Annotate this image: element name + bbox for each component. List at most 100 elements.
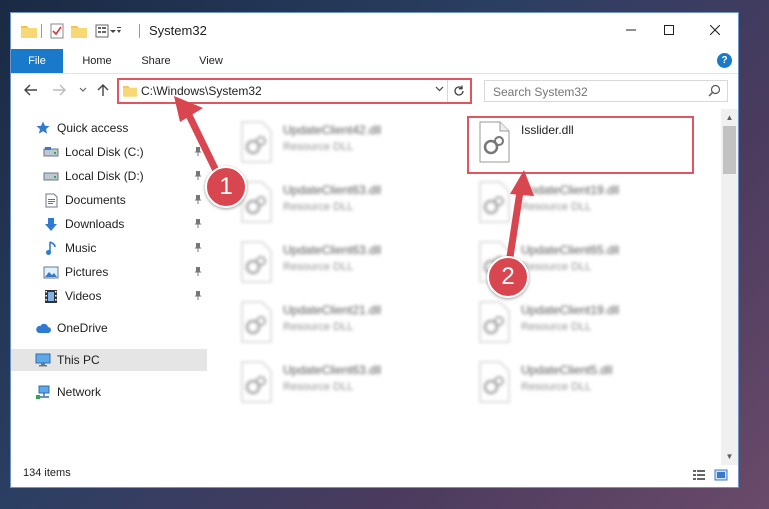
file-item[interactable]: UpdateClient63.dll Resource DLL [239,357,459,409]
sidebar-item-label: Videos [65,289,102,303]
tab-file[interactable]: File [11,49,63,73]
maximize-button[interactable] [649,19,689,41]
recent-locations-chevron-icon[interactable] [73,81,93,99]
dll-file-icon [241,121,272,163]
file-type: Resource DLL [283,201,354,213]
file-type: Resource DLL [283,381,354,393]
file-item[interactable]: UpdateClient5.dll Resource DLL [477,357,697,409]
videos-icon [43,288,59,304]
sidebar-item-downloads[interactable]: Downloads [11,213,207,235]
pin-icon[interactable] [193,217,203,231]
sidebar-item-documents[interactable]: Documents [11,189,207,211]
status-bar: 134 items [11,465,738,487]
pin-icon[interactable] [193,289,203,303]
large-icons-view-icon[interactable] [713,468,729,482]
file-item[interactable]: UpdateClient63.dll Resource DLL [239,177,459,229]
dll-file-icon [241,361,272,403]
downloads-icon [43,216,59,232]
sidebar-item-pictures[interactable]: Pictures [11,261,207,283]
pin-icon[interactable] [193,169,203,183]
sidebar-item-local-disk-c[interactable]: Local Disk (C:) [11,141,207,163]
sidebar-item-onedrive[interactable]: OneDrive [11,317,207,339]
window-title: System32 [149,23,207,38]
sidebar-item-music[interactable]: Music [11,237,207,259]
customize-toolbar-icon[interactable] [95,22,121,40]
scroll-up-arrow-icon[interactable]: ▲ [721,109,738,126]
address-path: C:\Windows\System32 [141,84,262,98]
pin-icon[interactable] [193,193,203,207]
step-1-badge: 1 [205,166,247,208]
up-arrow-icon[interactable] [93,81,113,99]
properties-icon[interactable] [49,22,65,40]
sidebar-item-network[interactable]: Network [11,381,207,403]
search-icon[interactable] [708,84,721,100]
sidebar-item-label: Music [65,241,97,255]
file-item[interactable]: UpdateClient42.dll Resource DLL [239,117,459,169]
navigation-pane: Quick access Local Disk (C:) Local Disk … [11,113,207,463]
pictures-icon [43,264,59,280]
dll-file-icon [241,241,272,283]
file-name: UpdateClient65.dll [521,243,620,257]
details-view-icon[interactable] [691,468,707,482]
file-name: UpdateClient21.dll [283,303,382,317]
file-name: UpdateClient42.dll [283,123,382,137]
scroll-thumb[interactable] [723,126,736,174]
sidebar-item-videos[interactable]: Videos [11,285,207,307]
explorer-window: System32 File Home Share View ? C:\Windo… [10,12,739,488]
sidebar-item-local-disk-d[interactable]: Local Disk (D:) [11,165,207,187]
refresh-icon[interactable] [447,80,470,102]
pin-icon[interactable] [193,145,203,159]
star-icon [35,120,51,136]
folder-icon[interactable] [21,22,37,40]
file-name: UpdateClient63.dll [283,183,382,197]
sidebar-item-label: Documents [65,193,126,207]
dll-file-icon [479,181,510,223]
vertical-scrollbar[interactable]: ▲ ▼ [721,109,738,465]
sidebar-item-label: This PC [57,353,100,367]
address-bar[interactable]: C:\Windows\System32 [117,78,472,104]
help-icon[interactable]: ? [717,53,732,68]
forward-arrow-icon[interactable] [49,81,69,99]
file-name: UpdateClient63.dll [283,363,382,377]
step-2-badge: 2 [487,256,529,298]
search-box[interactable] [484,80,728,102]
file-item[interactable]: UpdateClient19.dll Resource DLL [477,177,697,229]
pin-icon[interactable] [193,265,203,279]
search-input[interactable] [491,83,695,101]
item-count: 134 items [23,467,71,479]
file-type: Resource DLL [283,141,354,153]
pin-icon[interactable] [193,241,203,255]
sidebar-item-label: OneDrive [57,321,108,335]
back-arrow-icon[interactable] [21,81,41,99]
title-bar: System32 [11,13,738,49]
file-type: Resource DLL [521,321,592,333]
sidebar-item-label: Network [57,385,102,399]
file-type: Resource DLL [521,201,592,213]
address-dropdown-chevron-icon[interactable] [435,83,444,95]
file-item[interactable]: UpdateClient19.dll Resource DLL [477,297,697,349]
sidebar-item-quick-access[interactable]: Quick access [11,117,207,139]
separator [139,24,140,38]
sidebar-item-this-pc[interactable]: This PC [11,349,207,371]
drive-icon [43,144,59,160]
dll-file-icon [479,361,510,403]
minimize-button[interactable] [611,19,651,41]
tab-share[interactable]: Share [131,49,181,73]
network-icon [35,384,51,400]
tab-view[interactable]: View [191,49,231,73]
new-folder-icon[interactable] [71,22,87,40]
file-item[interactable]: UpdateClient21.dll Resource DLL [239,297,459,349]
file-item[interactable]: UpdateClient63.dll Resource DLL [239,237,459,289]
tab-home[interactable]: Home [73,49,121,73]
file-name: UpdateClient19.dll [521,183,620,197]
file-type: Resource DLL [283,261,354,273]
drive-icon [43,168,59,184]
folder-icon [123,84,137,100]
close-button[interactable] [695,19,735,41]
file-type: Resource DLL [283,321,354,333]
sidebar-item-label: Downloads [65,217,125,231]
file-type: Resource DLL [521,261,592,273]
sidebar-item-label: Local Disk (C:) [65,145,144,159]
dll-file-icon [479,301,510,343]
scroll-down-arrow-icon[interactable]: ▼ [721,448,738,465]
